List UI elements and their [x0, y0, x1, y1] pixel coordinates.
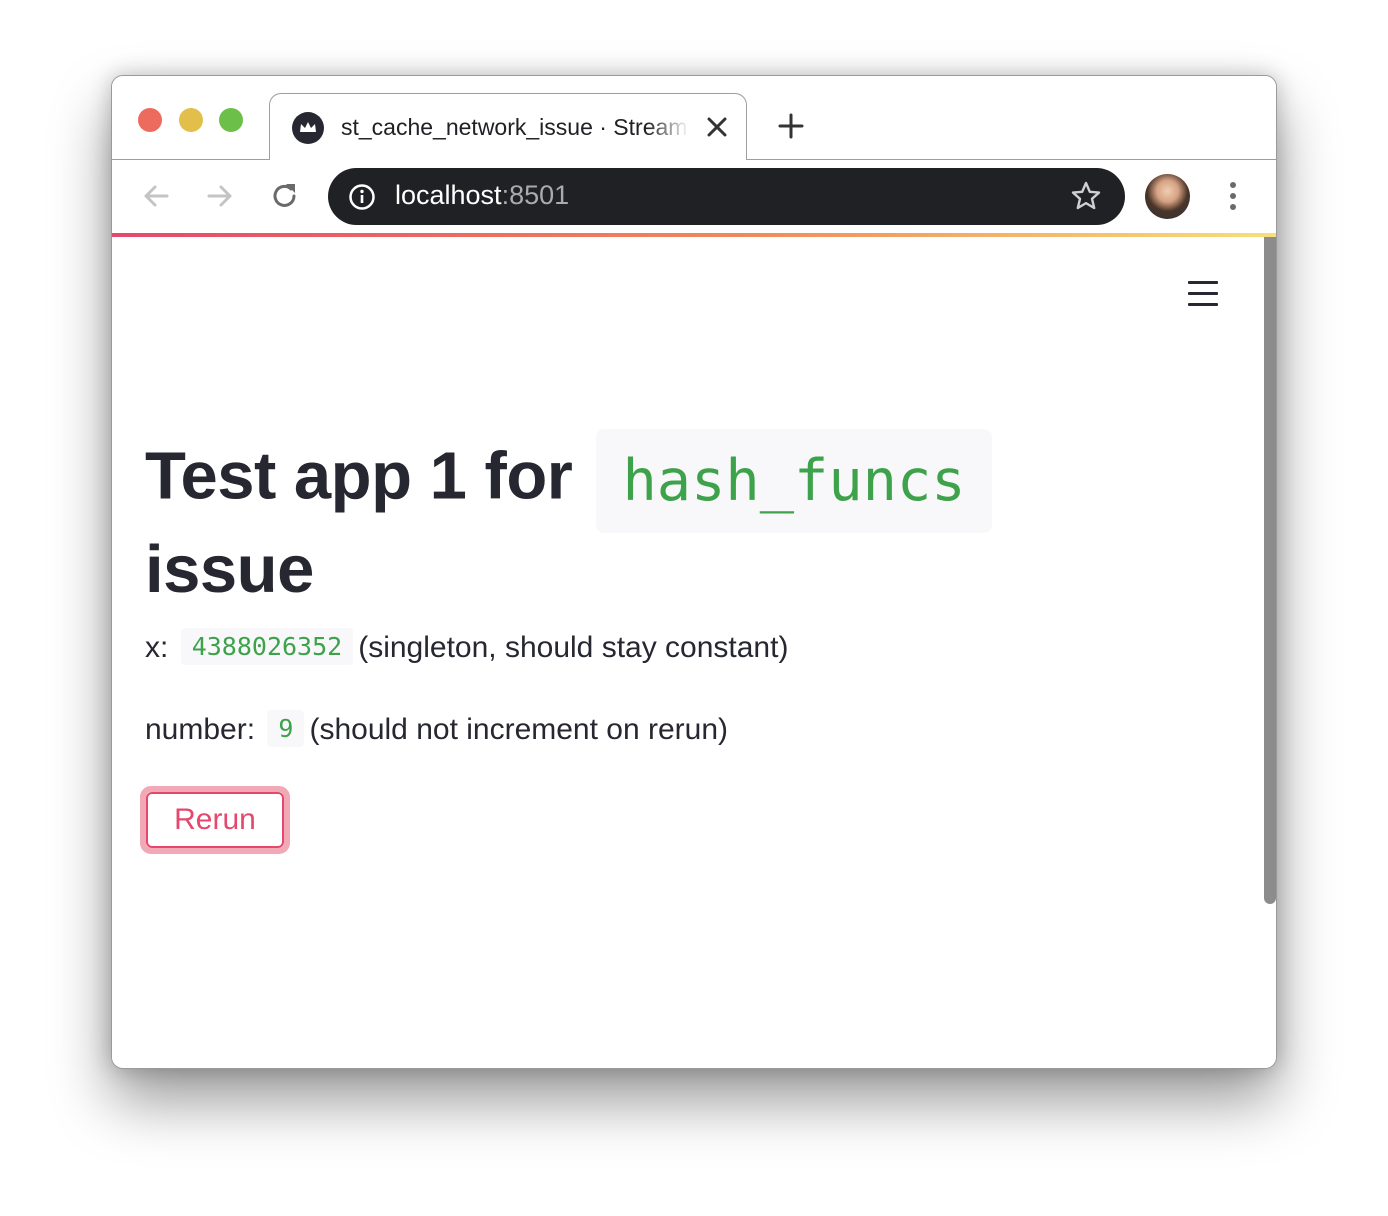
- minimize-window-button[interactable]: [179, 108, 203, 132]
- bookmark-star-icon[interactable]: [1070, 180, 1102, 212]
- tab-strip: st_cache_network_issue · Streamlit: [112, 76, 1276, 162]
- close-tab-icon[interactable]: [704, 114, 730, 140]
- info-icon[interactable]: [348, 183, 376, 211]
- x-label: x:: [145, 631, 169, 664]
- title-code: hash_funcs: [596, 429, 992, 533]
- reload-icon[interactable]: [269, 180, 301, 212]
- page-scrollbar[interactable]: [1264, 237, 1276, 904]
- browser-window: st_cache_network_issue · Streamlit local…: [111, 75, 1277, 1069]
- title-text: Test app 1 for: [145, 438, 573, 514]
- forward-arrow-icon[interactable]: [204, 180, 236, 212]
- url-text: localhost:8501: [395, 180, 569, 211]
- rerun-label: Rerun: [174, 803, 256, 836]
- close-window-button[interactable]: [138, 108, 162, 132]
- number-line: number: 9 (should not increment on rerun): [145, 710, 728, 747]
- profile-avatar[interactable]: [1145, 174, 1190, 219]
- rerun-button[interactable]: Rerun: [140, 786, 290, 854]
- x-value: 4388026352: [180, 628, 354, 665]
- address-bar[interactable]: localhost:8501: [328, 168, 1125, 225]
- browser-toolbar: localhost:8501: [112, 160, 1276, 233]
- app-page: Test app 1 for hash_funcsissue x: 438802…: [112, 237, 1276, 1068]
- maximize-window-button[interactable]: [219, 108, 243, 132]
- new-tab-icon[interactable]: [778, 113, 804, 139]
- x-line: x: 4388026352 (singleton, should stay con…: [145, 628, 788, 665]
- tab-title: st_cache_network_issue · Streamlit: [341, 114, 689, 140]
- number-label: number:: [145, 713, 256, 746]
- number-note: (should not increment on rerun): [309, 713, 729, 746]
- title-tail: issue: [145, 532, 314, 607]
- url-host: localhost: [395, 180, 502, 210]
- tab-active[interactable]: st_cache_network_issue · Streamlit: [269, 93, 747, 162]
- back-arrow-icon[interactable]: [140, 180, 172, 212]
- more-menu-icon[interactable]: [1218, 178, 1248, 214]
- number-value: 9: [267, 710, 305, 747]
- streamlit-crown-icon: [292, 112, 324, 144]
- x-note: (singleton, should stay constant): [358, 631, 789, 664]
- url-port: :8501: [501, 180, 570, 210]
- hamburger-menu-icon[interactable]: [1186, 275, 1220, 309]
- page-title: Test app 1 for hash_funcsissue: [145, 429, 1105, 607]
